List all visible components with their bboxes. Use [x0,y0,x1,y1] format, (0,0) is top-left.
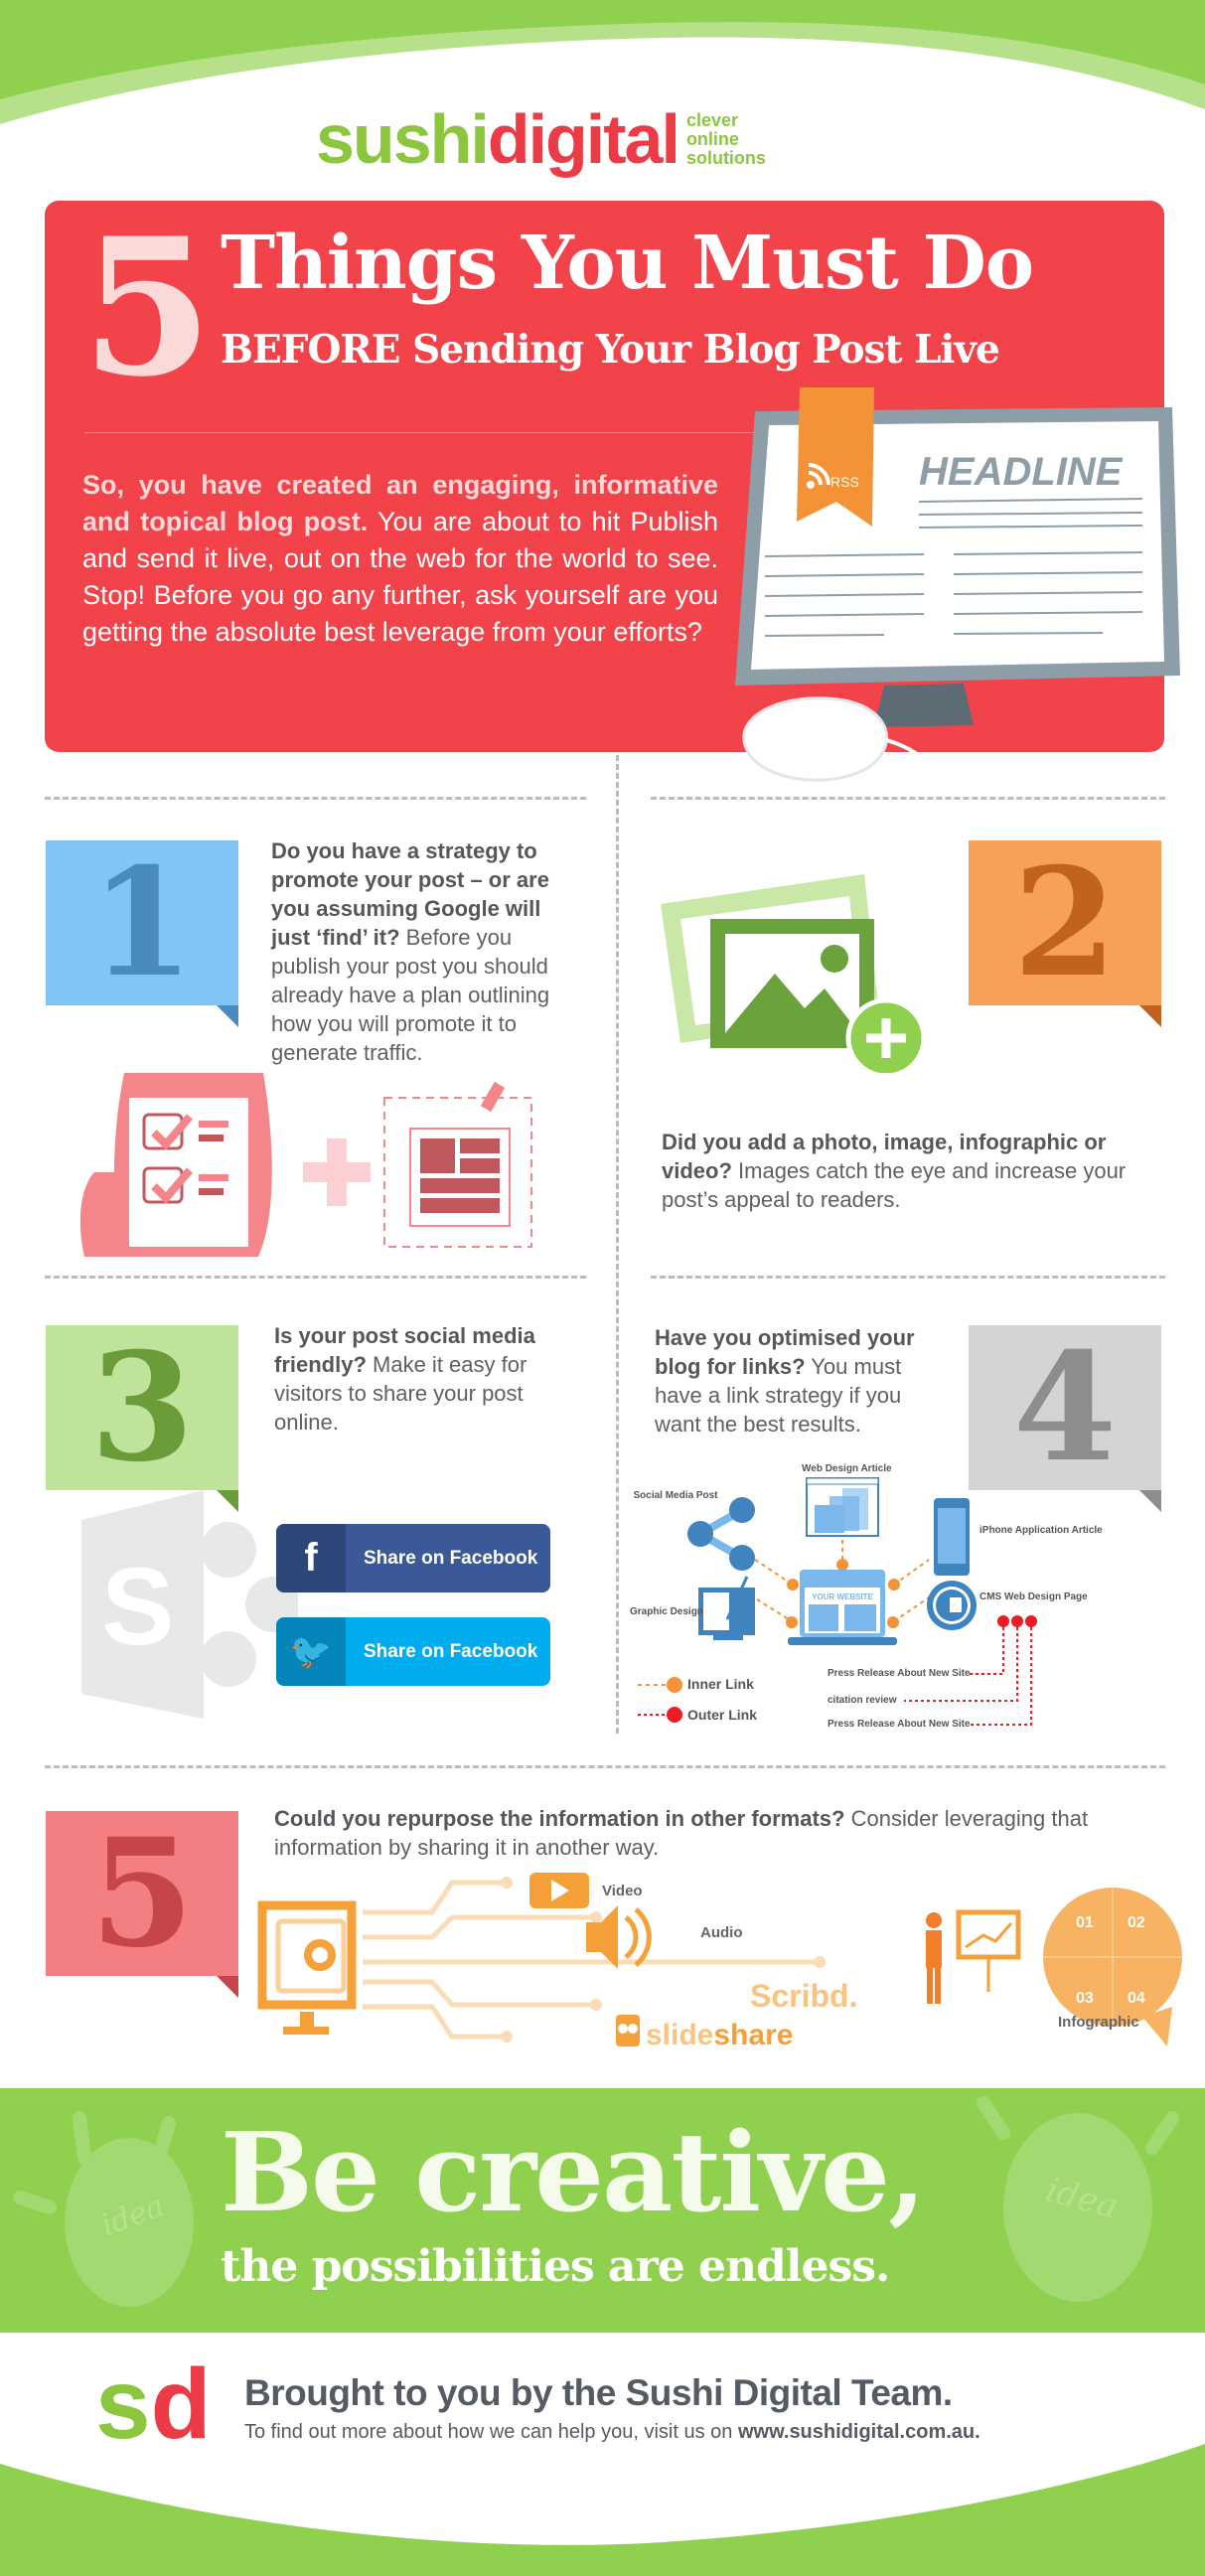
step-3-badge: 3 [46,1325,238,1512]
divider [45,1276,586,1279]
creative-banner: idea idea Be creative, the possibilities… [0,2088,1205,2333]
banner-subheadline: the possibilities are endless. [221,2241,890,2292]
svg-text:02: 02 [1128,1914,1145,1931]
svg-text:Inner Link: Inner Link [687,1676,754,1692]
svg-text:01: 01 [1076,1914,1094,1931]
svg-text:Graphic Design: Graphic Design [630,1606,703,1617]
video-play-icon [529,1873,589,1908]
divider [45,797,586,800]
svg-text:Infographic: Infographic [1058,2014,1139,2031]
svg-text:Scribd.: Scribd. [750,1978,857,2014]
hero-number: 5 [81,197,214,418]
step-1-badge: 1 [46,840,238,1027]
svg-text:Press Release About New Site: Press Release About New Site [828,1719,971,1730]
hero-title: Things You Must Do [221,221,1034,306]
svg-text:RSS: RSS [830,474,859,490]
svg-text:03: 03 [1076,1990,1094,2007]
cms-gear-icon [927,1581,977,1630]
svg-text:slideshare: slideshare [646,2019,793,2051]
link-strategy-diagram: YOUR WEBSITE Web Design Article Social M… [630,1463,1103,1730]
step-1-text: Do you have a strategy to promote your p… [271,838,550,1065]
hero-subtitle: BEFORE Sending Your Blog Post Live [221,327,1000,373]
iphone-icon [934,1498,970,1576]
bottom-wave [0,2444,1205,2576]
svg-text:S: S [101,1546,174,1668]
step-2-badge: 2 [969,840,1161,1027]
logo-sushi: sushi [316,100,490,178]
sharepoint-icon: S [81,1490,298,1719]
footer-text: To find out more about how we can help y… [244,2421,980,2443]
graphic-design-icon [698,1576,755,1640]
logo-tagline: clever online solutions [685,109,766,168]
step-5-badge: 5 [46,1811,238,1998]
svg-text:CMS Web Design Page: CMS Web Design Page [979,1591,1088,1602]
step-3-text: Is your post social media friendly? Make… [274,1323,535,1435]
svg-text:Video: Video [602,1883,643,1899]
repurpose-formats-diagram: 01 0203 04 Video Audio Scribd. slideshare … [257,1873,1182,2051]
monitor-headline: HEADLINE [919,450,1124,494]
slideshare-icon [616,2015,640,2046]
share-facebook-button[interactable]: f Share on Facebook [276,1524,550,1592]
mouse-icon [742,696,889,782]
svg-text:Web Design Article: Web Design Article [802,1463,892,1474]
step-2-text: Did you add a photo, image, infographic … [662,1130,1127,1212]
hero-intro: So, you have created an engaging, inform… [82,470,719,647]
banner-headline: Be creative, [221,2108,926,2236]
infographic: sushi digital clever online solutions 5 Th… [0,0,1205,2576]
footer-url-link[interactable]: www.sushidigital.com.au. [738,2421,980,2443]
add-image-illustration [661,874,927,1073]
footer-title: Brought to you by the Sushi Digital Team… [244,2372,953,2413]
svg-text:iPhone Application Article: iPhone Application Article [979,1525,1103,1536]
svg-text:Audio: Audio [700,1924,743,1941]
web-article-icon [806,1477,879,1537]
monitor-illustration: HEADLINE RSS [735,387,1180,807]
share-twitter-button[interactable]: 🐦 Share on Facebook [276,1617,550,1686]
social-share-icon [687,1497,755,1571]
svg-text:Press Release About New Site: Press Release About New Site [828,1668,971,1679]
svg-text:Social Media Post: Social Media Post [633,1490,718,1501]
monitor-gear-icon [257,1900,357,2035]
svg-text:citation review: citation review [828,1695,897,1706]
sd-logo[interactable]: sd [95,2354,212,2454]
presenter-icon [926,1909,1021,2004]
hero-divider [84,432,760,433]
logo-digital: digital [487,100,680,178]
twitter-bird-icon: 🐦 [276,1617,346,1686]
divider [651,797,1165,800]
sushidigital-logo[interactable]: sushi digital clever online solutions [316,99,766,179]
divider [45,1765,1165,1768]
plus-icon [303,1138,371,1206]
checklist-plus-layout-illustration [79,1073,532,1257]
website-laptop-icon: YOUR WEBSITE [788,1570,897,1645]
svg-text:YOUR WEBSITE: YOUR WEBSITE [812,1592,873,1601]
svg-text:04: 04 [1128,1990,1145,2007]
svg-text:Outer Link: Outer Link [687,1707,757,1723]
facebook-icon: f [276,1524,346,1592]
step-5-text: Could you repurpose the information in o… [274,1806,1089,1860]
rss-icon [807,481,815,489]
